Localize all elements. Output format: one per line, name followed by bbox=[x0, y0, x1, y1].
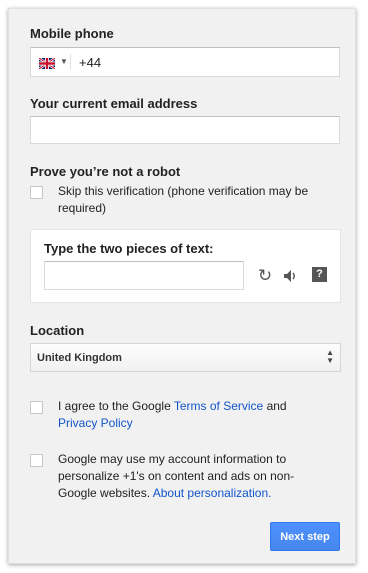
location-select[interactable]: United Kingdom ▲ ▼ bbox=[30, 343, 341, 372]
mobile-phone-label: Mobile phone bbox=[30, 26, 114, 41]
uk-flag-icon[interactable] bbox=[38, 56, 56, 70]
location-selected: United Kingdom bbox=[37, 352, 122, 364]
country-dropdown-icon[interactable]: ▼ bbox=[60, 57, 68, 66]
phone-divider bbox=[70, 54, 71, 70]
signup-form-panel: Mobile phone ▼ +44 Your current email ad… bbox=[8, 8, 356, 564]
terms-text: I agree to the Google Terms of Service a… bbox=[58, 398, 343, 432]
personalization-text: Google may use my account information to… bbox=[58, 451, 348, 502]
terms-and: and bbox=[266, 399, 287, 413]
select-arrows-icon: ▲ ▼ bbox=[326, 348, 334, 365]
skip-verification-text: Skip this verification (phone verificati… bbox=[58, 183, 348, 217]
personalization-line-3: Google websites. bbox=[58, 486, 151, 500]
personalization-line-1: Google may use my account information to bbox=[58, 452, 287, 466]
about-personalization-link[interactable]: About personalization. bbox=[153, 486, 272, 500]
captcha-box: Type the two pieces of text: ↻ ? bbox=[30, 229, 341, 303]
terms-prefix: I agree to the Google bbox=[58, 399, 171, 413]
robot-label: Prove you’re not a robot bbox=[30, 164, 181, 179]
privacy-policy-link[interactable]: Privacy Policy bbox=[58, 416, 133, 430]
refresh-icon[interactable]: ↻ bbox=[255, 266, 275, 286]
captcha-label: Type the two pieces of text: bbox=[44, 241, 214, 256]
email-label: Your current email address bbox=[30, 96, 198, 111]
mobile-phone-input[interactable]: ▼ +44 bbox=[30, 47, 340, 77]
personalization-line-2: personalize +1's on content and ads on n… bbox=[58, 469, 295, 483]
skip-line-1: Skip this verification (phone verificati… bbox=[58, 184, 309, 198]
terms-checkbox[interactable] bbox=[30, 401, 43, 414]
email-input[interactable] bbox=[30, 116, 340, 144]
location-label: Location bbox=[30, 323, 85, 338]
captcha-input[interactable] bbox=[44, 261, 244, 290]
help-icon[interactable]: ? bbox=[312, 267, 327, 282]
next-step-button[interactable]: Next step bbox=[270, 522, 340, 551]
skip-verification-checkbox[interactable] bbox=[30, 186, 43, 199]
audio-icon[interactable] bbox=[281, 267, 299, 285]
terms-of-service-link[interactable]: Terms of Service bbox=[174, 399, 263, 413]
phone-value: +44 bbox=[79, 55, 102, 70]
personalization-checkbox[interactable] bbox=[30, 454, 43, 467]
skip-line-2: required) bbox=[58, 201, 107, 215]
